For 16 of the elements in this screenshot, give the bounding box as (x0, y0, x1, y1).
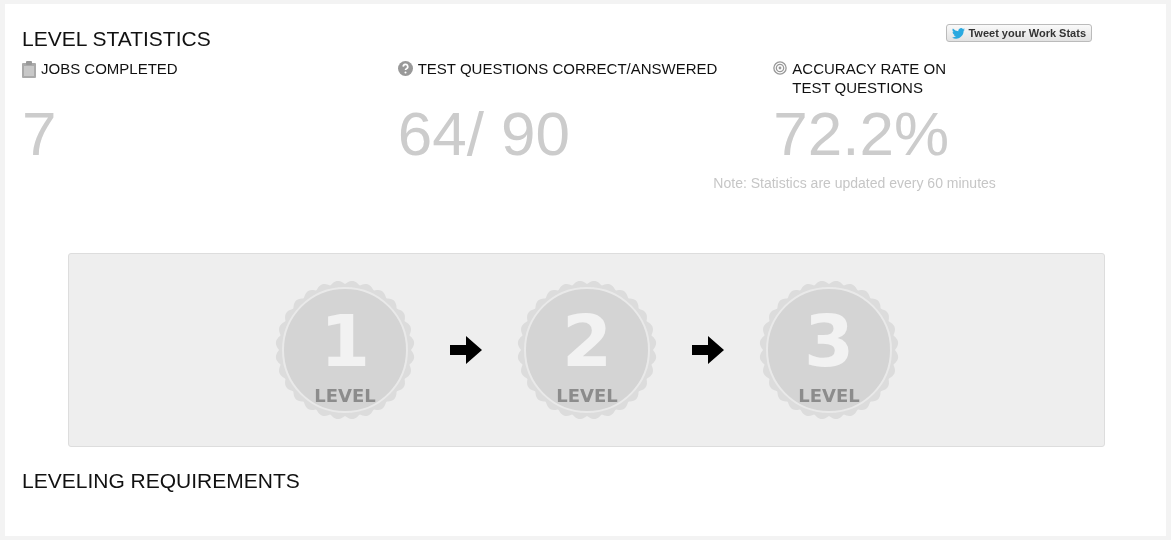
bird-icon (952, 27, 966, 39)
badge-label: LEVEL (797, 385, 860, 406)
tweet-button[interactable]: Tweet your Work Stats (946, 24, 1092, 42)
stat-label: JOBS COMPLETED (41, 59, 178, 78)
arrow-icon (691, 336, 724, 364)
badge-label: LEVEL (313, 385, 376, 406)
stat-label: TEST QUESTIONS CORRECT/ANSWERED (417, 59, 718, 78)
section-title: LEVEL STATISTICS (22, 27, 211, 51)
badge-label: LEVEL (555, 385, 618, 406)
arrow-icon (449, 336, 482, 364)
target-icon (773, 61, 788, 75)
stat-label: ACCURACY RATE ON TEST QUESTIONS (792, 59, 947, 97)
clipboard-icon (22, 61, 36, 78)
update-note: Note: Statistics are updated every 60 minutes (713, 175, 997, 191)
question-icon (397, 61, 413, 76)
section-heading: LEVELING REQUIREMENTS (22, 469, 301, 493)
